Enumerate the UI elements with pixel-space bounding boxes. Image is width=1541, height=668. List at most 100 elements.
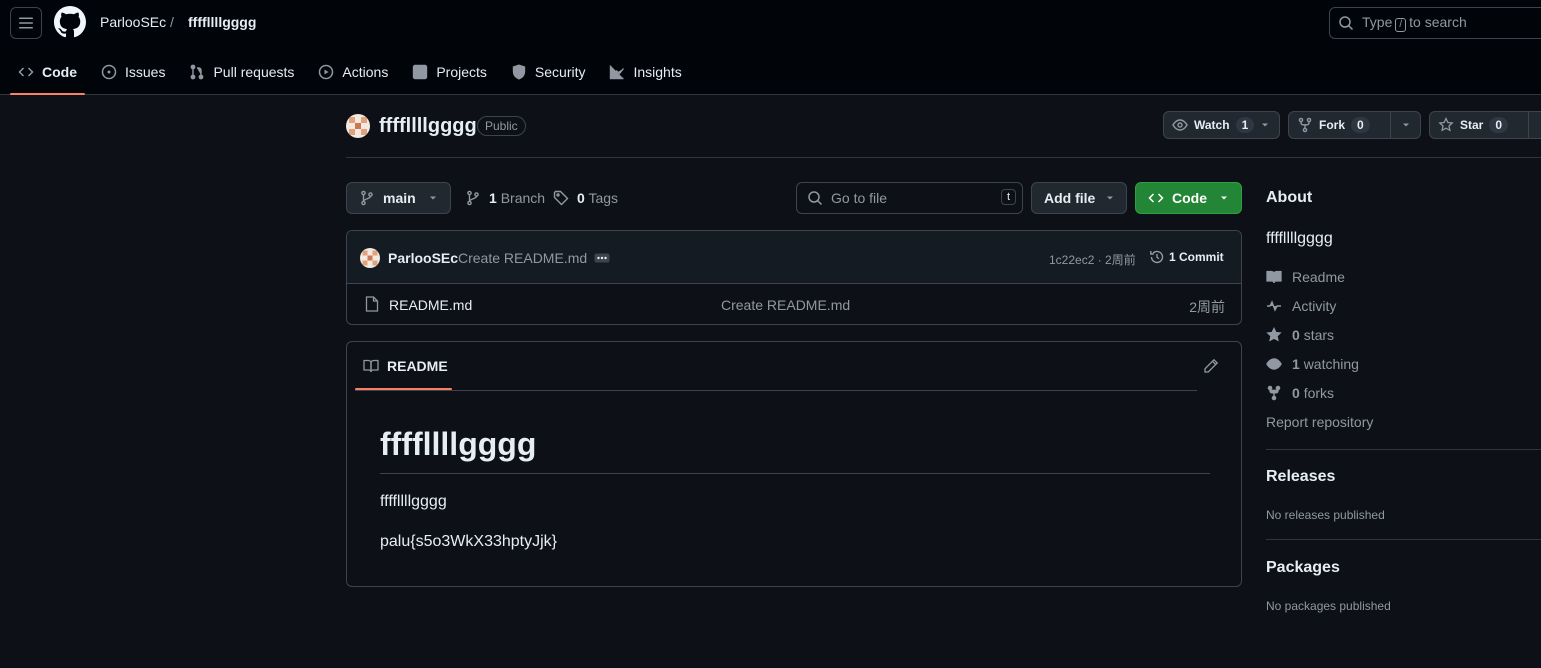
branches-link[interactable]: 1 Branch <box>465 190 545 206</box>
divider <box>1266 539 1541 540</box>
search-icon <box>808 191 823 206</box>
graph-icon <box>610 65 625 80</box>
report-repository-link[interactable]: Report repository <box>1266 414 1373 430</box>
play-icon <box>319 64 334 80</box>
file-icon <box>365 296 379 312</box>
commit-hash-time[interactable]: 1c22ec2 · 2周前 <box>1049 251 1136 268</box>
tab-pull-requests[interactable]: Pull requests <box>181 50 302 94</box>
tab-readme[interactable]: README <box>355 342 452 390</box>
releases-heading[interactable]: Releases <box>1266 468 1335 486</box>
tab-code[interactable]: Code <box>10 50 85 95</box>
divider <box>346 157 1541 158</box>
fork-dropdown[interactable] <box>1390 112 1420 138</box>
global-header: ParlooSEc / ffffllllgggg Type / to search … <box>0 0 1541 95</box>
star-count: 0 <box>1489 117 1509 133</box>
commit-author-avatar[interactable] <box>360 248 380 268</box>
github-logo-icon[interactable] <box>54 6 86 38</box>
branch-selector[interactable]: main <box>346 182 451 214</box>
pull-request-icon <box>191 64 204 80</box>
owner-avatar[interactable] <box>346 114 370 138</box>
file-table: ParlooSEc Create README.md 1c22ec2 · 2周前… <box>346 230 1242 325</box>
chevron-down-icon <box>1262 123 1269 127</box>
go-to-file-shortcut: t <box>1000 189 1016 205</box>
ellipsis-icon <box>594 253 610 263</box>
star-icon <box>1266 327 1282 342</box>
tab-issues[interactable]: Issues <box>93 50 173 94</box>
star-icon <box>1438 117 1454 132</box>
fork-button[interactable]: Fork 0 <box>1288 111 1421 139</box>
divider <box>380 473 1210 474</box>
readme-panel: README ffffllllgggg ffffllllgggg palu{s5… <box>346 341 1242 587</box>
code-icon <box>18 67 34 77</box>
pulse-icon <box>1267 300 1281 312</box>
search-icon <box>1339 16 1354 31</box>
about-heading: About <box>1266 189 1313 206</box>
divider <box>1266 449 1541 450</box>
chevron-down-icon <box>1221 196 1227 200</box>
menu-button[interactable] <box>10 7 42 39</box>
file-date: 2周前 <box>1189 299 1225 315</box>
tab-insights[interactable]: Insights <box>601 50 689 94</box>
readme-paragraph: ffffllllgggg <box>380 493 447 510</box>
history-icon <box>1150 250 1164 264</box>
chevron-down-icon <box>429 196 436 200</box>
activity-link[interactable]: Activity <box>1266 298 1336 314</box>
file-name-link[interactable]: README.md <box>389 297 472 313</box>
packages-heading[interactable]: Packages <box>1266 559 1340 577</box>
search-placeholder: Type / to search <box>1362 14 1467 32</box>
fork-icon <box>1298 117 1312 133</box>
pencil-icon[interactable] <box>1203 358 1219 374</box>
releases-empty-note: No releases published <box>1266 508 1385 522</box>
breadcrumb-owner[interactable]: ParlooSEc <box>100 14 166 30</box>
repo-title[interactable]: ffffllllgggg <box>379 115 477 138</box>
tab-actions[interactable]: Actions <box>310 50 396 94</box>
eye-icon <box>1172 119 1188 131</box>
chevron-down-icon <box>1107 196 1114 200</box>
readme-heading: ffffllllgggg <box>380 426 537 462</box>
fork-icon <box>1267 385 1281 401</box>
commit-author[interactable]: ParlooSEc <box>388 250 458 266</box>
chevron-down-icon <box>1402 123 1409 127</box>
eye-icon <box>1266 358 1282 370</box>
tag-icon <box>553 190 569 206</box>
tab-security[interactable]: Security <box>503 50 594 94</box>
star-button[interactable]: Star 0 <box>1429 111 1541 139</box>
hamburger-icon <box>19 17 33 29</box>
commit-message[interactable]: Create README.md <box>458 250 587 266</box>
search-shortcut-key: / <box>1395 18 1407 32</box>
fork-count: 0 <box>1351 117 1370 133</box>
add-file-button[interactable]: Add file <box>1031 182 1127 214</box>
book-icon <box>363 359 379 373</box>
readme-link[interactable]: Readme <box>1266 269 1345 285</box>
about-description: ffffllllgggg <box>1266 230 1333 247</box>
code-button[interactable]: Code <box>1135 182 1242 214</box>
shield-icon <box>512 64 526 80</box>
issue-icon <box>101 64 117 80</box>
divider <box>355 390 1197 391</box>
global-search-input[interactable]: Type / to search <box>1329 7 1541 39</box>
watch-count: 1 <box>1235 117 1255 133</box>
breadcrumb-repo[interactable]: ffffllllgggg <box>188 14 256 30</box>
latest-commit-row: ParlooSEc Create README.md 1c22ec2 · 2周前… <box>347 231 1241 284</box>
book-icon <box>1266 270 1282 284</box>
go-to-file-input[interactable]: Go to file t <box>796 182 1023 214</box>
table-row[interactable]: README.md Create README.md 2周前 <box>347 284 1241 324</box>
watchers-link[interactable]: 1 watching <box>1266 356 1359 372</box>
packages-empty-note: No packages published <box>1266 599 1391 613</box>
tags-link[interactable]: 0 Tags <box>553 190 618 206</box>
branch-icon <box>467 190 479 206</box>
tab-projects[interactable]: Projects <box>404 50 495 94</box>
readme-paragraph: palu{s5o3WkX33hptyJjk} <box>380 533 557 550</box>
repo-nav-tabs: Code Issues Pull requests Actions Projec… <box>10 50 698 95</box>
watch-button[interactable]: Watch 1 <box>1163 111 1280 139</box>
table-icon <box>413 64 428 80</box>
breadcrumb-separator: / <box>170 14 174 30</box>
stars-link[interactable]: 0 stars <box>1266 327 1334 343</box>
commit-history-link[interactable]: 1 Commit <box>1149 249 1224 265</box>
visibility-badge: Public <box>477 116 526 136</box>
file-commit-message[interactable]: Create README.md <box>721 297 850 313</box>
branch-icon <box>361 190 373 206</box>
code-icon <box>1148 193 1164 203</box>
expand-commit-button[interactable] <box>591 251 613 265</box>
forks-link[interactable]: 0 forks <box>1266 385 1334 401</box>
